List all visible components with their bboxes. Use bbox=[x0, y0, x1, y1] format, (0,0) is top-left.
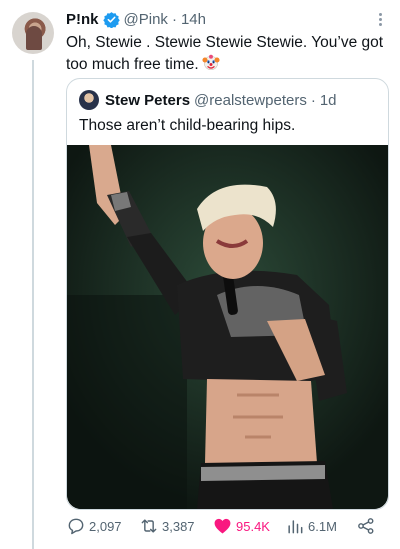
avatar-figure bbox=[26, 26, 42, 50]
tweet-header: P!nk @Pink · 14h bbox=[66, 8, 206, 30]
retweet-action[interactable]: 3,387 bbox=[139, 514, 195, 538]
retweet-count: 3,387 bbox=[162, 518, 195, 534]
reply-action[interactable]: 2,097 bbox=[66, 514, 122, 538]
author-handle[interactable]: @Pink bbox=[124, 11, 168, 28]
views-count: 6.1M bbox=[308, 518, 337, 534]
quoted-author-name: Stew Peters bbox=[105, 91, 191, 109]
verified-badge-icon bbox=[102, 11, 120, 28]
clown-face-icon bbox=[202, 54, 220, 71]
quoted-photo[interactable] bbox=[67, 145, 388, 509]
views-action[interactable]: 6.1M bbox=[285, 514, 337, 538]
quoted-author-handle: @realstewpeters bbox=[194, 91, 307, 109]
thread-line bbox=[32, 60, 34, 549]
quoted-timestamp: 1d bbox=[319, 91, 337, 109]
quoted-header: Stew Peters @realstewpeters · 1d bbox=[79, 90, 337, 110]
engagement-bar: 2,097 3,387 95.4K 6.1M bbox=[66, 514, 386, 538]
more-options-icon[interactable] bbox=[371, 8, 389, 30]
views-bar-chart-icon bbox=[288, 520, 303, 534]
tweet-body: Oh, Stewie . Stewie Stewie Stewie. You’v… bbox=[66, 34, 384, 73]
quoted-tweet[interactable]: Stew Peters @realstewpeters · 1d Those a… bbox=[66, 78, 389, 510]
quoted-author-avatar bbox=[79, 90, 99, 110]
retweet-icon bbox=[141, 519, 157, 533]
quoted-separator-dot: · bbox=[310, 91, 316, 109]
share-icon bbox=[358, 518, 374, 534]
separator-dot: · bbox=[171, 10, 177, 28]
quoted-text: Those aren’t child-bearing hips. bbox=[79, 117, 296, 134]
author-avatar[interactable] bbox=[12, 12, 54, 54]
heart-icon bbox=[214, 518, 231, 534]
author-name[interactable]: P!nk bbox=[66, 11, 99, 28]
reply-count: 2,097 bbox=[89, 518, 122, 534]
tweet-timestamp[interactable]: 14h bbox=[181, 11, 206, 28]
share-action[interactable] bbox=[356, 514, 379, 538]
reply-icon bbox=[68, 518, 84, 535]
like-action[interactable]: 95.4K bbox=[212, 514, 270, 538]
tweet-text: Oh, Stewie . Stewie Stewie Stewie. You’v… bbox=[66, 32, 392, 76]
like-count: 95.4K bbox=[236, 518, 270, 534]
concert-photo-illustration bbox=[67, 145, 388, 509]
